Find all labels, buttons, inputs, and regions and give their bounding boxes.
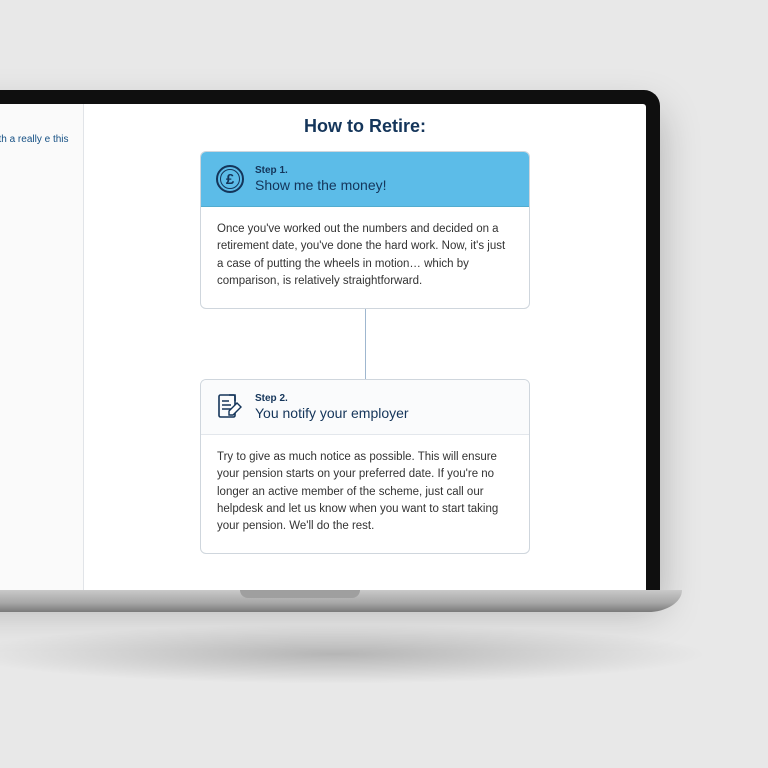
step-header-text: Step 2. You notify your employer: [255, 393, 409, 421]
page-title: How to Retire:: [124, 116, 606, 137]
laptop-mockup: ★ page with a really e this page How to …: [0, 90, 660, 620]
laptop-screen-bezel: ★ page with a really e this page How to …: [0, 90, 660, 590]
step-label: Step 2.: [255, 393, 409, 404]
step-title: Show me the money!: [255, 177, 387, 193]
sidebar-item-1[interactable]: page: [0, 157, 75, 176]
pound-glyph: £: [226, 171, 234, 188]
sidebar-item-0[interactable]: page with a really e this: [0, 130, 75, 149]
laptop-shadow: [0, 624, 710, 684]
document-edit-icon: [215, 392, 245, 422]
laptop-base: [0, 590, 682, 612]
sidebar-item-label: page with a really e this: [0, 134, 69, 145]
step-card-1: £ Step 1. Show me the money! Once you've…: [200, 151, 530, 309]
step-title: You notify your employer: [255, 405, 409, 421]
step-card-2: Step 2. You notify your employer Try to …: [200, 379, 530, 554]
step-body: Try to give as much notice as possible. …: [201, 435, 529, 553]
laptop-screen: ★ page with a really e this page How to …: [0, 104, 646, 590]
main-content: How to Retire: £ Step 1. Show me the mon…: [84, 104, 646, 590]
pound-icon: £: [215, 164, 245, 194]
step-label: Step 1.: [255, 165, 387, 176]
laptop-notch: [240, 590, 360, 598]
sidebar: ★ page with a really e this page: [0, 104, 84, 590]
step-card-header[interactable]: £ Step 1. Show me the money!: [201, 152, 529, 207]
star-icon: ★: [0, 114, 75, 128]
step-connector: [365, 309, 366, 379]
step-body: Once you've worked out the numbers and d…: [201, 207, 529, 308]
step-card-header[interactable]: Step 2. You notify your employer: [201, 380, 529, 435]
step-header-text: Step 1. Show me the money!: [255, 165, 387, 193]
